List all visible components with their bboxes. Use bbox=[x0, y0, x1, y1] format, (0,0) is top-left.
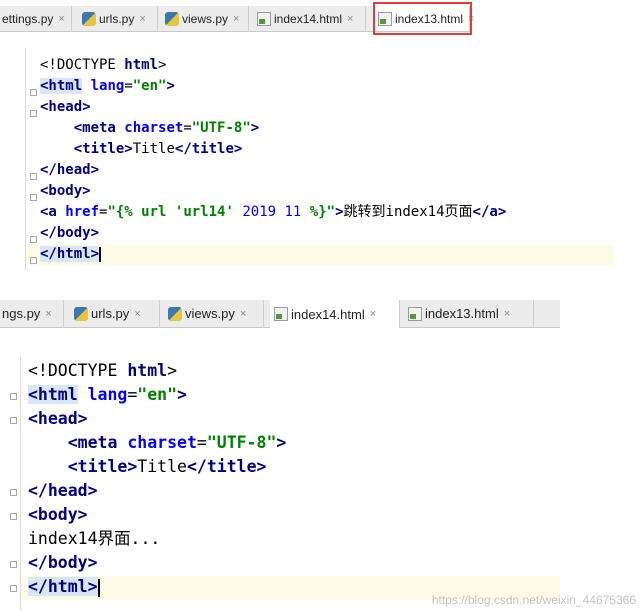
code-line: </body> bbox=[40, 225, 100, 241]
code-line: <title>Title</title> bbox=[73, 141, 243, 157]
html-file-icon bbox=[274, 307, 288, 321]
tab-label: views.py bbox=[185, 306, 235, 321]
close-icon[interactable]: × bbox=[504, 308, 510, 320]
fold-marker-icon[interactable] bbox=[10, 561, 17, 568]
code-line: <html lang="en"> bbox=[28, 385, 187, 404]
text-caret bbox=[97, 578, 100, 597]
html-file-icon bbox=[257, 11, 271, 26]
code-line: <!DOCTYPE html> bbox=[40, 57, 167, 73]
tab-label: urls.py bbox=[99, 11, 135, 26]
tab-label: urls.py bbox=[91, 306, 130, 321]
bottom-tab-bar: ngs.py × urls.py × views.py × index14.ht… bbox=[0, 300, 560, 328]
close-icon[interactable]: × bbox=[240, 308, 246, 320]
fold-marker-icon[interactable] bbox=[30, 257, 37, 264]
tab-label: ettings.py bbox=[2, 11, 54, 26]
code-line: <head> bbox=[28, 409, 88, 428]
fold-marker-icon[interactable] bbox=[30, 110, 37, 117]
close-icon[interactable]: × bbox=[347, 13, 353, 25]
tab-urls-py[interactable]: urls.py × bbox=[78, 6, 158, 31]
current-line-highlight bbox=[26, 244, 614, 265]
close-icon[interactable]: × bbox=[139, 13, 145, 25]
tab-label: index13.html bbox=[425, 306, 499, 321]
active-tab-highlight-box bbox=[373, 2, 472, 35]
fold-marker-icon[interactable] bbox=[30, 173, 37, 180]
tab-label: index14.html bbox=[291, 306, 365, 322]
python-file-icon bbox=[165, 11, 179, 26]
fold-marker-icon[interactable] bbox=[30, 194, 37, 201]
close-icon[interactable]: × bbox=[58, 13, 64, 25]
tab-label: views.py bbox=[182, 11, 229, 26]
bottom-code-editor[interactable]: <!DOCTYPE html> <html lang="en"> <head> … bbox=[0, 355, 560, 611]
text-caret bbox=[99, 246, 102, 262]
html-file-icon bbox=[408, 306, 422, 321]
code-line: <!DOCTYPE html> bbox=[28, 361, 178, 380]
fold-marker-icon[interactable] bbox=[10, 489, 17, 496]
code-line: <head> bbox=[40, 99, 91, 115]
tab-views-py[interactable]: views.py × bbox=[164, 300, 264, 327]
fold-marker-icon[interactable] bbox=[10, 513, 17, 520]
close-icon[interactable]: × bbox=[45, 308, 51, 320]
code-line: <title>Title</title> bbox=[67, 457, 267, 476]
tab-index14-html[interactable]: index14.html × bbox=[253, 6, 366, 31]
tab-settings-py[interactable]: ngs.py × bbox=[0, 300, 64, 327]
tab-views-py[interactable]: views.py × bbox=[161, 6, 249, 31]
close-icon[interactable]: × bbox=[233, 13, 239, 25]
code-line: </head> bbox=[40, 162, 100, 178]
code-line: </html> bbox=[28, 577, 100, 597]
code-line: <meta charset="UTF-8"> bbox=[73, 120, 260, 136]
tab-label: index14.html bbox=[274, 11, 343, 26]
tab-label: ngs.py bbox=[2, 306, 41, 321]
close-icon[interactable]: × bbox=[134, 308, 140, 320]
tab-urls-py[interactable]: urls.py × bbox=[70, 300, 160, 327]
tab-index13-html[interactable]: index13.html × bbox=[404, 300, 534, 327]
code-line: <meta charset="UTF-8"> bbox=[67, 433, 287, 452]
python-file-icon bbox=[82, 11, 96, 26]
close-icon[interactable]: × bbox=[370, 308, 376, 320]
python-file-icon bbox=[168, 306, 182, 321]
watermark: https://blog.csdn.net/weixin_44675366 bbox=[431, 593, 636, 607]
fold-marker-icon[interactable] bbox=[10, 393, 17, 400]
fold-marker-icon[interactable] bbox=[30, 89, 37, 96]
tab-settings-py[interactable]: ettings.py × bbox=[0, 6, 72, 31]
fold-marker-icon[interactable] bbox=[10, 585, 17, 592]
code-line: </head> bbox=[28, 481, 98, 500]
fold-marker-icon[interactable] bbox=[10, 417, 17, 424]
code-line: <html lang="en"> bbox=[40, 78, 175, 94]
code-line: <body> bbox=[28, 505, 88, 524]
code-line: </html> bbox=[40, 246, 102, 262]
top-code-editor[interactable]: <!DOCTYPE html> <html lang="en"> <head> … bbox=[0, 48, 614, 270]
python-file-icon bbox=[74, 306, 88, 321]
code-line: </body> bbox=[28, 553, 98, 572]
tab-index14-html[interactable]: index14.html × bbox=[270, 300, 400, 328]
editor-gutter bbox=[0, 48, 26, 270]
code-line: index14界面... bbox=[28, 529, 161, 548]
fold-marker-icon[interactable] bbox=[30, 236, 37, 243]
code-line: <a href="{% url 'url14' 2019 11 %}">跳转到i… bbox=[40, 204, 507, 220]
code-line: <body> bbox=[40, 183, 91, 199]
